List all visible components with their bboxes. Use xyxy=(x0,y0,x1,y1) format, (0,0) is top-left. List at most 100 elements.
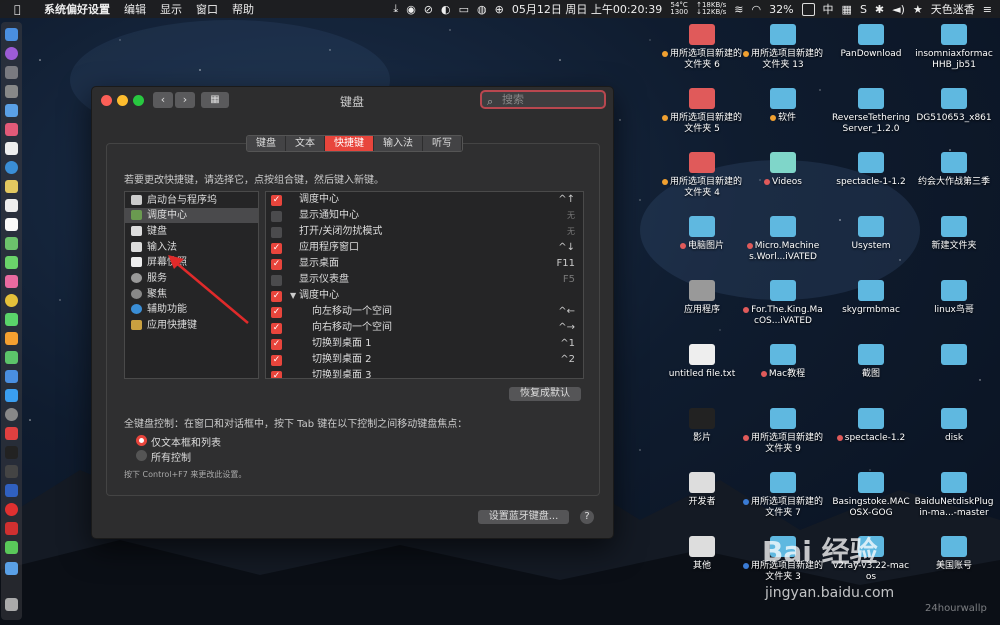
cpu-readout[interactable]: 54°C 1300 xyxy=(670,2,688,16)
show-all-button[interactable]: ▦ xyxy=(201,92,229,108)
desktop-icon[interactable] xyxy=(914,344,994,369)
desktop-icon[interactable]: ReverseTetheringServer_1.2.0 xyxy=(831,88,911,135)
shortcut-checkbox[interactable]: ✓ xyxy=(271,211,282,222)
desktop-icon[interactable]: Micro.Machines.Worl...iVATED xyxy=(743,216,823,263)
shortcut-checkbox[interactable]: ✓ xyxy=(271,339,282,350)
shortcut-row[interactable]: ✓ 显示桌面 F11 xyxy=(266,256,583,272)
stats-icon[interactable]: ◐ xyxy=(441,3,451,16)
shortcut-checkbox[interactable]: ✓ xyxy=(271,371,282,378)
menu-window[interactable]: 窗口 xyxy=(196,1,218,17)
shortcut-key[interactable]: F11 xyxy=(557,256,575,272)
message-icon[interactable]: ▭ xyxy=(459,3,469,16)
yandex-icon[interactable] xyxy=(5,503,18,516)
desktop-icon[interactable]: 约会大作战第三季 xyxy=(914,152,994,188)
battery-percent[interactable]: 32% xyxy=(769,3,793,16)
shortcut-checkbox[interactable]: ✓ xyxy=(271,195,282,206)
shortcut-row[interactable]: ✓ 调度中心 ^↑ xyxy=(266,192,583,208)
rocket-icon[interactable] xyxy=(5,85,18,98)
keynote-icon[interactable] xyxy=(5,370,18,383)
facetime-icon[interactable] xyxy=(5,256,18,269)
stack-icon[interactable]: ≋ xyxy=(734,3,743,16)
desktop-icon[interactable]: 用所选项目新建的文件夹 7 xyxy=(743,472,823,519)
back-button[interactable]: ‹ xyxy=(153,92,173,108)
shortcut-key[interactable]: 无 xyxy=(567,224,575,240)
desktop-icon[interactable]: Videos xyxy=(743,152,823,188)
tab-input-sources[interactable]: 输入法 xyxy=(374,136,423,151)
console-icon[interactable] xyxy=(5,465,18,478)
input-method[interactable]: 中 xyxy=(823,1,834,17)
desktop-icon[interactable]: 用所选项目新建的文件夹 6 xyxy=(662,24,742,71)
shortcut-row[interactable]: ✓ 应用程序窗口 ^↓ xyxy=(266,240,583,256)
apple-menu-icon[interactable]:  xyxy=(14,3,30,16)
desktop-icon[interactable]: 电脑图片 xyxy=(662,216,742,252)
battery-icon[interactable] xyxy=(801,2,815,16)
qq-icon[interactable]: ◉ xyxy=(406,3,416,16)
siri-icon[interactable] xyxy=(5,47,18,60)
desktop-icon[interactable]: BaiduNetdiskPlugin-ma...-master xyxy=(914,472,994,519)
prefs-icon[interactable] xyxy=(5,408,18,421)
desktop-icon[interactable]: 截图 xyxy=(831,344,911,380)
disclosure-triangle-icon[interactable]: ▼ xyxy=(290,288,296,304)
shortcut-key[interactable]: F5 xyxy=(563,272,575,288)
desktop-icon[interactable]: 用所选项目新建的文件夹 13 xyxy=(743,24,823,71)
safari-icon[interactable] xyxy=(5,161,18,174)
shortcut-checkbox[interactable]: ✓ xyxy=(271,355,282,366)
setup-bluetooth-keyboard-button[interactable]: 设置蓝牙键盘... xyxy=(478,510,569,524)
search-field[interactable]: ⌕ 搜索 xyxy=(480,90,606,109)
user-name[interactable]: 天色迷香 xyxy=(931,1,975,17)
star-icon[interactable]: ★ xyxy=(913,3,923,16)
pages-icon[interactable] xyxy=(5,332,18,345)
shortcut-checkbox[interactable]: ✓ xyxy=(271,291,282,302)
chat-icon[interactable]: ◍ xyxy=(477,3,487,16)
desktop-icon[interactable]: 新建文件夹 xyxy=(914,216,994,252)
globe-icon[interactable]: ⊕ xyxy=(495,3,504,16)
tab-dictation[interactable]: 听写 xyxy=(423,136,462,151)
menu-view[interactable]: 显示 xyxy=(160,1,182,17)
vpn-icon[interactable] xyxy=(5,484,18,497)
finder-icon[interactable] xyxy=(5,28,18,41)
desktop-icon[interactable]: DG510653_x861 xyxy=(914,88,994,124)
calendar-icon[interactable] xyxy=(5,142,18,155)
shortcut-checkbox[interactable]: ✓ xyxy=(271,307,282,318)
radio-all-controls[interactable] xyxy=(136,450,147,461)
category-mission-control[interactable]: 调度中心 xyxy=(125,208,258,223)
numbers-icon[interactable] xyxy=(5,351,18,364)
desktop-icon[interactable]: Usystem xyxy=(831,216,911,252)
menu-help[interactable]: 帮助 xyxy=(232,1,254,17)
radio-text-boxes-lists[interactable] xyxy=(136,435,147,446)
desktop-icon[interactable]: PanDownload xyxy=(831,24,911,60)
maps-icon[interactable] xyxy=(5,237,18,250)
shortcut-key[interactable]: ^2 xyxy=(560,352,575,368)
shortcut-key[interactable]: ^↓ xyxy=(558,240,575,256)
desktop-icon[interactable]: spectacle-1-1.2 xyxy=(831,152,911,188)
wifi-icon[interactable]: ◠ xyxy=(751,3,761,16)
zoom-button[interactable] xyxy=(133,95,144,106)
shortcut-row[interactable]: ✓ 切换到桌面 3 xyxy=(266,368,583,378)
tab-keyboard[interactable]: 键盘 xyxy=(247,136,286,151)
menu-edit[interactable]: 编辑 xyxy=(124,1,146,17)
photos-icon[interactable] xyxy=(5,199,18,212)
desktop-icon[interactable]: Mac教程 xyxy=(743,344,823,380)
network-readout[interactable]: ↑18KB/s ↓12KB/s xyxy=(696,2,726,16)
compass-icon[interactable]: ⊘ xyxy=(424,3,433,16)
shortcut-checkbox[interactable]: ✓ xyxy=(271,323,282,334)
skype-icon[interactable]: S xyxy=(860,3,867,16)
forward-button[interactable]: › xyxy=(175,92,195,108)
desktop-icon[interactable]: linux鸟哥 xyxy=(914,280,994,316)
desktop-icon[interactable]: disk xyxy=(914,408,994,444)
shortcut-row[interactable]: ✓ 显示通知中心 无 xyxy=(266,208,583,224)
netease-icon[interactable] xyxy=(5,522,18,535)
launchpad-dock-icon[interactable] xyxy=(5,66,18,79)
desktop-icon[interactable]: 用所选项目新建的文件夹 4 xyxy=(662,152,742,199)
category-keyboard[interactable]: 键盘 xyxy=(125,224,258,239)
shortcut-key[interactable]: ^→ xyxy=(558,320,575,336)
tab-shortcuts[interactable]: 快捷键 xyxy=(325,136,374,151)
shortcut-checkbox[interactable]: ✓ xyxy=(271,259,282,270)
desktop-icon[interactable]: For.The.King.MacOS...iVATED xyxy=(743,280,823,327)
category-launchpad[interactable]: 启动台与程序坞 xyxy=(125,193,258,208)
desktop-icon[interactable]: 美国账号 xyxy=(914,536,994,572)
shortcut-checkbox[interactable]: ✓ xyxy=(271,275,282,286)
desktop-icon[interactable]: insomniaxformacHHB_jb51 xyxy=(914,24,994,71)
vivaldi-icon[interactable] xyxy=(5,427,18,440)
shortcut-row[interactable]: ✓ 显示仪表盘 F5 xyxy=(266,272,583,288)
